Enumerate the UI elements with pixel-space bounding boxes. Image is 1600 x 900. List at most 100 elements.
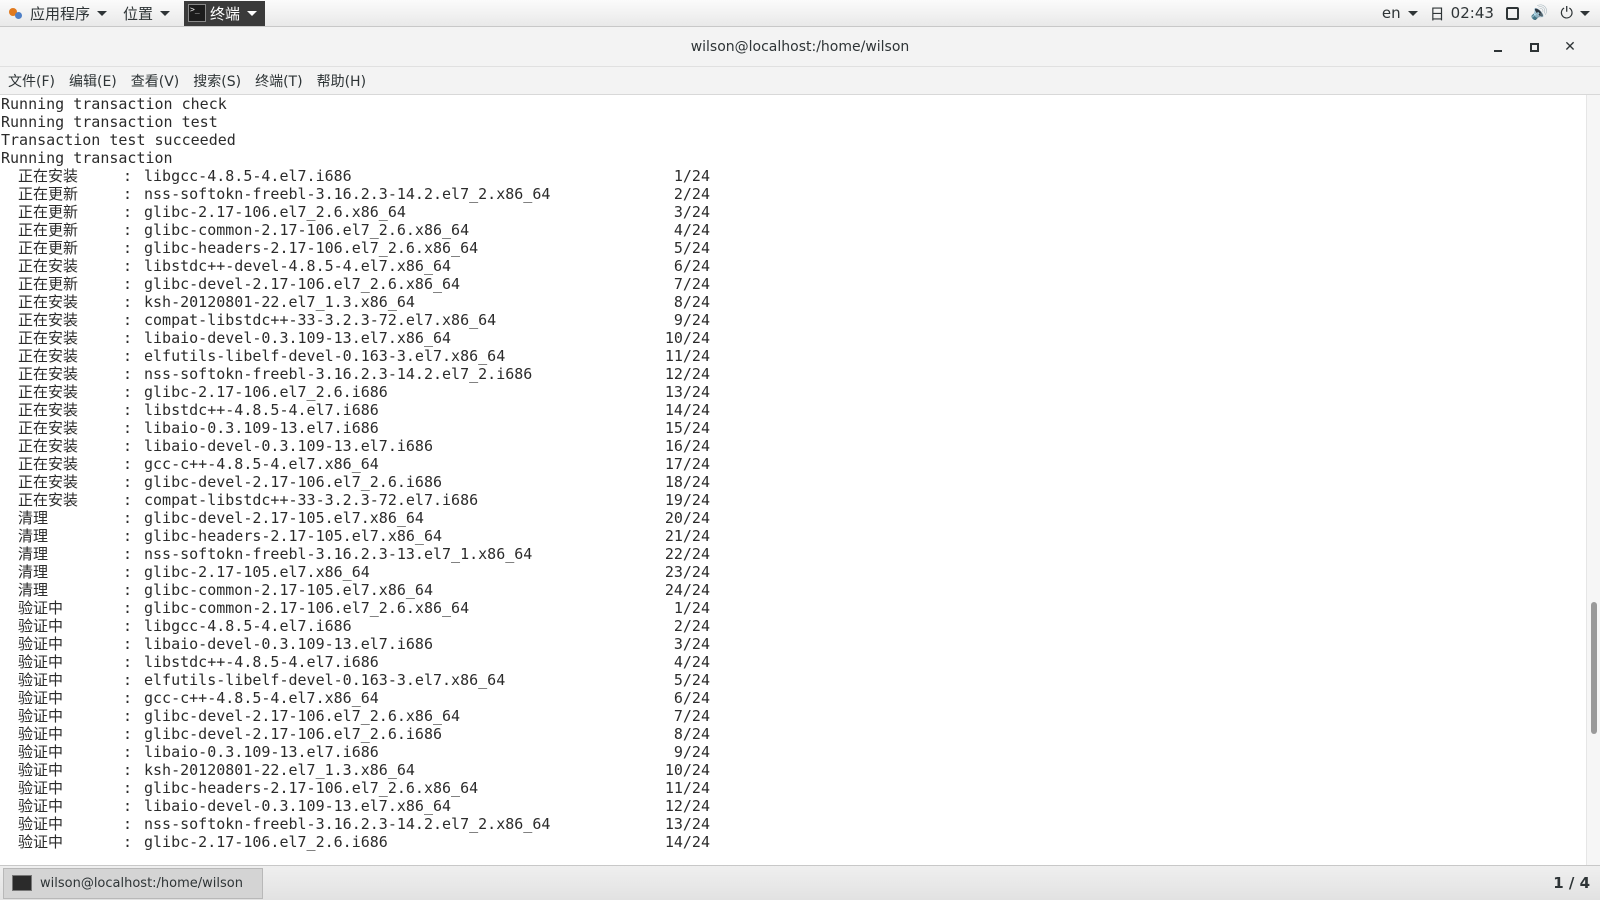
terminal-scrollbar[interactable] bbox=[1586, 95, 1600, 865]
places-menu[interactable]: 位置 bbox=[115, 0, 178, 27]
transaction-row: 正在更新: glibc-common-2.17-106.el7_2.6.x86_6… bbox=[0, 221, 1586, 239]
transaction-row: 清理: nss-softokn-freebl-3.16.2.3-13.el7_1.… bbox=[0, 545, 1586, 563]
row-action: 验证中 bbox=[18, 761, 64, 779]
row-package: libstdc++-4.8.5-4.el7.i686 bbox=[144, 401, 379, 419]
row-action: 正在安装 bbox=[18, 293, 79, 311]
clock-day: 日 bbox=[1429, 4, 1445, 23]
row-action: 清理 bbox=[18, 545, 49, 563]
row-progress: 12/24 bbox=[664, 797, 710, 815]
transaction-row: 正在安装: glibc-2.17-106.el7_2.6.i686 13/24 bbox=[0, 383, 1586, 401]
row-separator: : bbox=[123, 401, 133, 419]
row-progress: 7/24 bbox=[673, 707, 710, 725]
minimize-button[interactable] bbox=[1480, 32, 1516, 62]
maximize-button[interactable] bbox=[1516, 32, 1552, 62]
row-package: gcc-c++-4.8.5-4.el7.x86_64 bbox=[144, 689, 379, 707]
window-overview-button[interactable] bbox=[1505, 6, 1519, 20]
menu-search[interactable]: 搜索(S) bbox=[186, 71, 248, 91]
row-package: nss-softokn-freebl-3.16.2.3-13.el7_1.x86… bbox=[144, 545, 533, 563]
row-package: glibc-2.17-106.el7_2.6.i686 bbox=[144, 383, 388, 401]
row-action: 正在更新 bbox=[18, 275, 79, 293]
transaction-row: 正在更新: nss-softokn-freebl-3.16.2.3-14.2.el… bbox=[0, 185, 1586, 203]
close-button[interactable]: ✕ bbox=[1552, 32, 1588, 62]
row-separator: : bbox=[123, 347, 133, 365]
row-package: gcc-c++-4.8.5-4.el7.x86_64 bbox=[144, 455, 379, 473]
row-separator: : bbox=[123, 527, 133, 545]
row-package: libstdc++-4.8.5-4.el7.i686 bbox=[144, 653, 379, 671]
terminal-line: Running transaction bbox=[1, 149, 173, 167]
power-icon: ⏻ bbox=[1560, 3, 1573, 22]
row-action: 验证中 bbox=[18, 617, 64, 635]
row-separator: : bbox=[123, 455, 133, 473]
row-progress: 5/24 bbox=[673, 239, 710, 257]
row-separator: : bbox=[123, 815, 133, 833]
row-action: 正在安装 bbox=[18, 365, 79, 383]
bottom-taskbar: wilson@localhost:/home/wilson 1 / 4 bbox=[0, 865, 1600, 900]
scrollbar-thumb[interactable] bbox=[1591, 602, 1597, 734]
row-separator: : bbox=[123, 365, 133, 383]
volume-icon[interactable]: 🔊 bbox=[1531, 5, 1548, 21]
row-action: 正在安装 bbox=[18, 311, 79, 329]
row-package: libstdc++-devel-4.8.5-4.el7.x86_64 bbox=[144, 257, 452, 275]
system-menu[interactable]: ⏻ bbox=[1560, 3, 1590, 23]
transaction-row: 清理: glibc-2.17-105.el7.x86_64 23/24 bbox=[0, 563, 1586, 581]
row-package: libaio-devel-0.3.109-13.el7.x86_64 bbox=[144, 797, 452, 815]
menu-terminal[interactable]: 终端(T) bbox=[248, 71, 309, 91]
row-separator: : bbox=[123, 707, 133, 725]
menu-edit[interactable]: 编辑(E) bbox=[62, 71, 124, 91]
row-progress: 5/24 bbox=[673, 671, 710, 689]
row-progress: 8/24 bbox=[673, 293, 710, 311]
row-action: 正在安装 bbox=[18, 329, 79, 347]
row-separator: : bbox=[123, 311, 133, 329]
menu-file[interactable]: 文件(F) bbox=[1, 71, 62, 91]
taskbar-item-terminal[interactable]: wilson@localhost:/home/wilson bbox=[3, 867, 263, 899]
row-action: 正在安装 bbox=[18, 419, 79, 437]
transaction-row: 验证中: glibc-headers-2.17-106.el7_2.6.x86_6… bbox=[0, 779, 1586, 797]
menu-help[interactable]: 帮助(H) bbox=[310, 71, 373, 91]
row-action: 清理 bbox=[18, 563, 49, 581]
row-separator: : bbox=[123, 725, 133, 743]
row-progress: 6/24 bbox=[673, 689, 710, 707]
row-action: 验证中 bbox=[18, 815, 64, 833]
row-separator: : bbox=[123, 581, 133, 599]
transaction-row: 正在安装: libgcc-4.8.5-4.el7.i686 1/24 bbox=[0, 167, 1586, 185]
applications-icon bbox=[8, 5, 24, 21]
chevron-down-icon bbox=[247, 10, 258, 16]
row-action: 清理 bbox=[18, 527, 49, 545]
row-package: glibc-devel-2.17-106.el7_2.6.x86_64 bbox=[144, 707, 461, 725]
transaction-row: 验证中: elfutils-libelf-devel-0.163-3.el7.x8… bbox=[0, 671, 1586, 689]
row-separator: : bbox=[123, 599, 133, 617]
row-progress: 9/24 bbox=[673, 743, 710, 761]
transaction-row: 清理: glibc-headers-2.17-105.el7.x86_64 21/2… bbox=[0, 527, 1586, 545]
transaction-row: 验证中: glibc-2.17-106.el7_2.6.i686 14/24 bbox=[0, 833, 1586, 851]
window-title-bar[interactable]: wilson@localhost:/home/wilson ✕ bbox=[0, 27, 1600, 67]
transaction-row: 正在更新: glibc-headers-2.17-106.el7_2.6.x86_… bbox=[0, 239, 1586, 257]
terminal-app-menu[interactable]: >_ 终端 bbox=[184, 0, 266, 26]
row-package: nss-softokn-freebl-3.16.2.3-14.2.el7_2.i… bbox=[144, 365, 533, 383]
row-action: 正在安装 bbox=[18, 347, 79, 365]
row-separator: : bbox=[123, 257, 133, 275]
window-title: wilson@localhost:/home/wilson bbox=[690, 38, 910, 55]
menu-bar: 文件(F) 编辑(E) 查看(V) 搜索(S) 终端(T) 帮助(H) bbox=[0, 67, 1600, 95]
menu-view[interactable]: 查看(V) bbox=[124, 71, 187, 91]
applications-menu[interactable]: 应用程序 bbox=[0, 0, 115, 27]
row-progress: 12/24 bbox=[664, 365, 710, 383]
row-separator: : bbox=[123, 833, 133, 851]
row-action: 清理 bbox=[18, 509, 49, 527]
row-progress: 2/24 bbox=[673, 185, 710, 203]
transaction-row: 正在安装: ksh-20120801-22.el7_1.3.x86_64 8/24 bbox=[0, 293, 1586, 311]
maximize-icon bbox=[1529, 42, 1539, 52]
applications-label: 应用程序 bbox=[30, 4, 91, 23]
clock-time: 02:43 bbox=[1450, 4, 1494, 22]
clock[interactable]: 日 02:43 bbox=[1430, 3, 1494, 24]
row-package: libaio-0.3.109-13.el7.i686 bbox=[144, 419, 379, 437]
row-package: libaio-0.3.109-13.el7.i686 bbox=[144, 743, 379, 761]
transaction-row: 正在安装: libstdc++-devel-4.8.5-4.el7.x86_64 6… bbox=[0, 257, 1586, 275]
workspace-indicator[interactable]: 1 / 4 bbox=[1553, 874, 1590, 892]
row-package: libaio-devel-0.3.109-13.el7.x86_64 bbox=[144, 329, 452, 347]
row-action: 正在更新 bbox=[18, 185, 79, 203]
row-separator: : bbox=[123, 545, 133, 563]
row-separator: : bbox=[123, 689, 133, 707]
row-action: 正在更新 bbox=[18, 221, 79, 239]
terminal-output[interactable]: Running transaction check Running transac… bbox=[0, 95, 1586, 865]
input-language[interactable]: en bbox=[1382, 4, 1418, 22]
